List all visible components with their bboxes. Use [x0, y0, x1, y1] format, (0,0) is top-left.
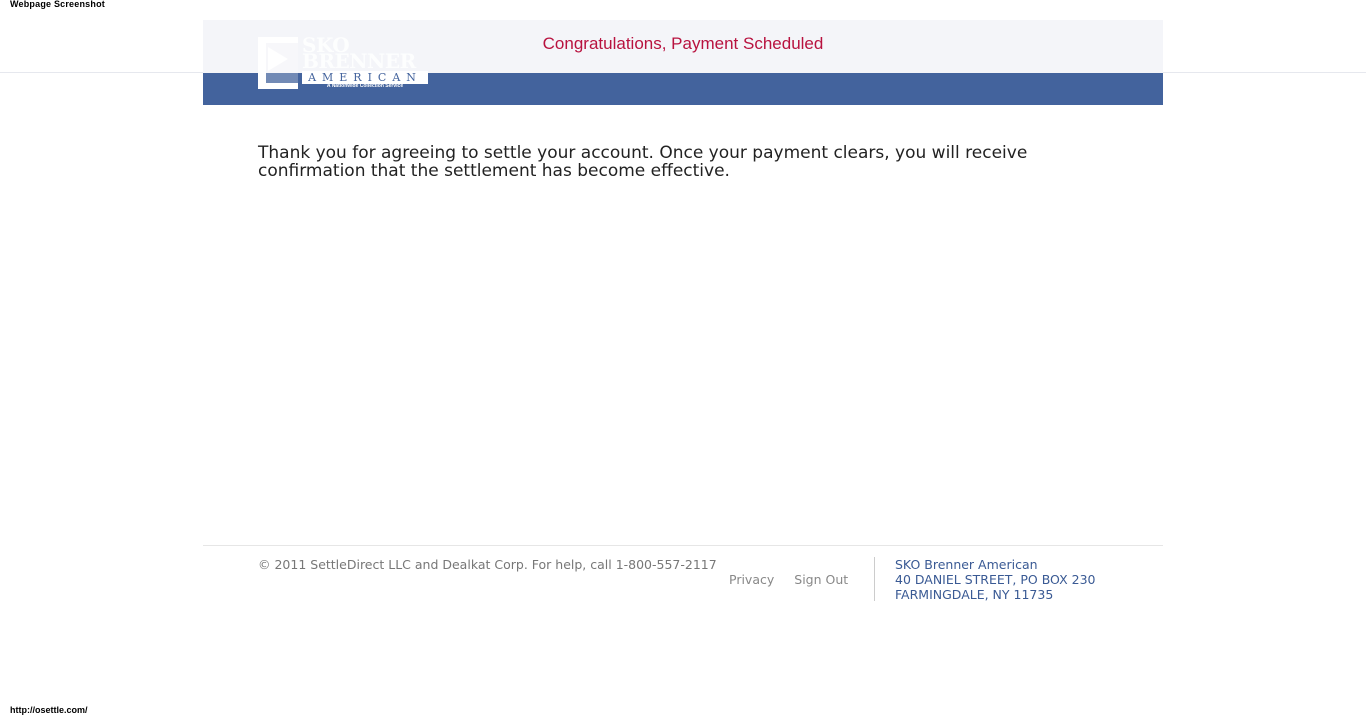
capture-url: http://osettle.com/: [10, 705, 88, 715]
confirmation-message: Thank you for agreeing to settle your ac…: [258, 143, 1028, 181]
footer-vertical-divider: [874, 557, 875, 601]
privacy-link[interactable]: Privacy: [729, 572, 774, 587]
company-address: SKO Brenner American 40 DANIEL STREET, P…: [895, 557, 1095, 602]
logo-tagline: A Nationwide Collection Service: [326, 83, 404, 89]
logo-line-2: BRENNER: [302, 49, 416, 73]
footer-links: Privacy Sign Out: [729, 572, 848, 587]
capture-title: Webpage Screenshot: [10, 0, 105, 9]
footer-divider: [203, 545, 1163, 546]
address-street: 40 DANIEL STREET, PO BOX 230: [895, 572, 1096, 587]
sign-out-link[interactable]: Sign Out: [794, 572, 848, 587]
address-company: SKO Brenner American: [895, 557, 1038, 572]
address-city: FARMINGDALE, NY 11735: [895, 587, 1054, 602]
page-title: Congratulations, Payment Scheduled: [542, 34, 824, 53]
copyright-text: © 2011 SettleDirect LLC and Dealkat Corp…: [258, 557, 717, 572]
